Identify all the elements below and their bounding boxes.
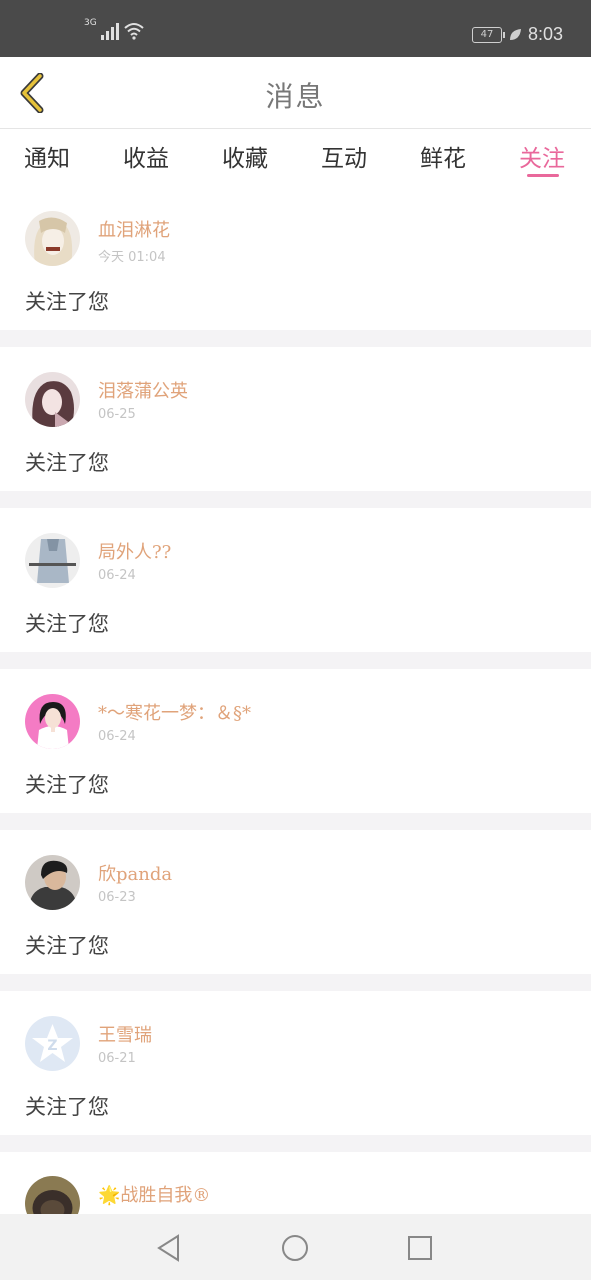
- timestamp: 06-24: [98, 568, 136, 583]
- list-item[interactable]: 血泪淋花 今天 01:04 关注了您: [0, 184, 591, 330]
- avatar[interactable]: [25, 211, 80, 266]
- status-left: 3G: [84, 18, 145, 40]
- message-text: 关注了您: [25, 451, 109, 475]
- message-text: 关注了您: [25, 934, 109, 958]
- username[interactable]: 欣panda: [98, 860, 172, 886]
- status-bar: 3G 47 8:03: [0, 0, 591, 57]
- screen: 3G 47 8:03 消息 通知 收益 收藏 互动 鲜花 关注 血泪淋花 今天 …: [0, 0, 591, 1280]
- square-recents-icon: [408, 1236, 432, 1260]
- avatar-image: [25, 694, 80, 749]
- tab-earnings[interactable]: 收益: [123, 139, 169, 173]
- list-item[interactable]: 泪落蒲公英 06-25 关注了您: [0, 347, 591, 491]
- system-nav-bar: [0, 1214, 591, 1280]
- battery-icon: 47: [471, 26, 505, 43]
- nav-back-button[interactable]: [149, 1228, 189, 1268]
- status-right: 47 8:03: [471, 24, 563, 45]
- tab-bar: 通知 收益 收藏 互动 鲜花 关注: [0, 129, 591, 184]
- avatar[interactable]: Z: [25, 1016, 80, 1071]
- username[interactable]: 王雪瑞: [98, 1021, 152, 1047]
- list-item[interactable]: 🌟战胜自我®: [0, 1152, 591, 1214]
- timestamp: 今天 01:04: [98, 250, 166, 265]
- message-text: 关注了您: [25, 1095, 109, 1119]
- leaf-icon: [509, 28, 521, 40]
- tab-notice[interactable]: 通知: [24, 139, 70, 173]
- message-text: 关注了您: [25, 290, 109, 314]
- active-tab-indicator: [527, 174, 559, 177]
- username[interactable]: *〜寒花一梦：＆§*: [98, 699, 251, 725]
- timestamp: 06-21: [98, 1051, 136, 1066]
- username[interactable]: 血泪淋花: [98, 216, 170, 242]
- tab-favorites[interactable]: 收藏: [222, 139, 268, 173]
- timestamp: 06-25: [98, 407, 136, 422]
- avatar[interactable]: [25, 855, 80, 910]
- message-text: 关注了您: [25, 612, 109, 636]
- avatar[interactable]: [25, 694, 80, 749]
- nav-home-button[interactable]: [275, 1228, 315, 1268]
- circle-home-icon: [282, 1235, 308, 1261]
- username[interactable]: 🌟战胜自我®: [98, 1181, 210, 1207]
- header: 消息: [0, 57, 591, 129]
- page-title: 消息: [265, 80, 326, 113]
- default-avatar-icon: Z: [25, 1016, 80, 1071]
- tab-flowers[interactable]: 鲜花: [420, 139, 466, 173]
- clock: 8:03: [527, 24, 563, 44]
- list-item[interactable]: 欣panda 06-23 关注了您: [0, 830, 591, 974]
- notification-list: 血泪淋花 今天 01:04 关注了您 泪落蒲公英 06-25 关注了您 局外人?…: [0, 184, 591, 1214]
- tab-follow[interactable]: 关注: [519, 139, 565, 173]
- nav-recents-button[interactable]: [400, 1228, 440, 1268]
- username[interactable]: 局外人??: [98, 538, 171, 564]
- tab-interaction[interactable]: 互动: [321, 139, 367, 173]
- avatar[interactable]: [25, 1176, 80, 1214]
- avatar-image: [25, 855, 80, 910]
- list-item[interactable]: *〜寒花一梦：＆§* 06-24 关注了您: [0, 669, 591, 813]
- svg-text:Z: Z: [47, 1038, 57, 1054]
- wifi-icon: [124, 23, 144, 40]
- username[interactable]: 泪落蒲公英: [98, 377, 188, 403]
- message-text: 关注了您: [25, 773, 109, 797]
- list-item[interactable]: Z 王雪瑞 06-21 关注了您: [0, 991, 591, 1135]
- signal-icon: [100, 22, 119, 40]
- triangle-back-icon: [157, 1234, 179, 1262]
- timestamp: 06-23: [98, 890, 136, 905]
- avatar-image: [25, 1176, 80, 1214]
- avatar[interactable]: [25, 372, 80, 427]
- avatar[interactable]: [25, 533, 80, 588]
- avatar-image: [25, 533, 80, 588]
- network-type: 3G: [84, 18, 97, 28]
- timestamp: 06-24: [98, 729, 136, 744]
- avatar-image: [25, 211, 80, 266]
- avatar-image: [25, 372, 80, 427]
- list-item[interactable]: 局外人?? 06-24 关注了您: [0, 508, 591, 652]
